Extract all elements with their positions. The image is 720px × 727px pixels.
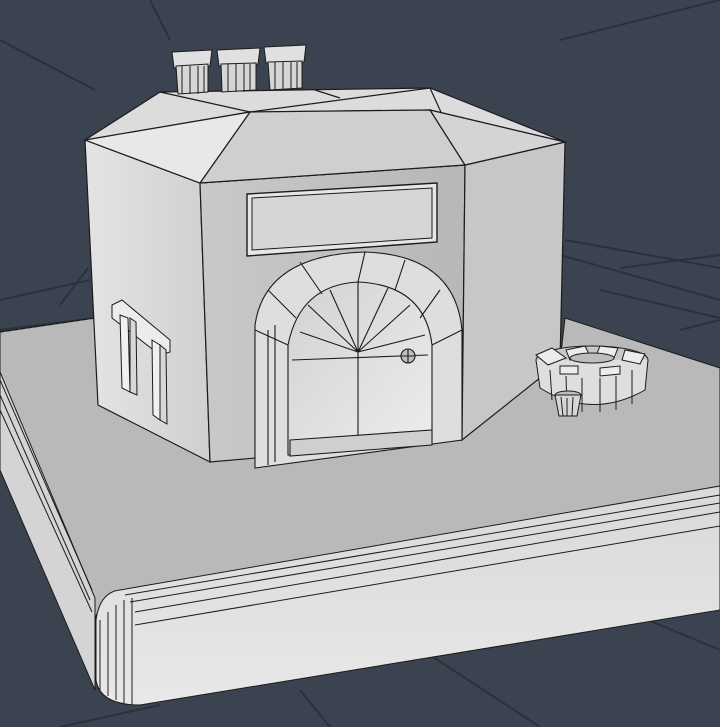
chimney-right <box>263 44 307 91</box>
arched-doorway <box>254 251 463 469</box>
chimney-left <box>171 49 213 95</box>
chimney-middle <box>216 47 261 93</box>
3d-viewport[interactable] <box>0 0 720 727</box>
chimneys <box>171 44 307 95</box>
scene-canvas[interactable] <box>0 0 720 727</box>
bucket <box>554 390 582 417</box>
